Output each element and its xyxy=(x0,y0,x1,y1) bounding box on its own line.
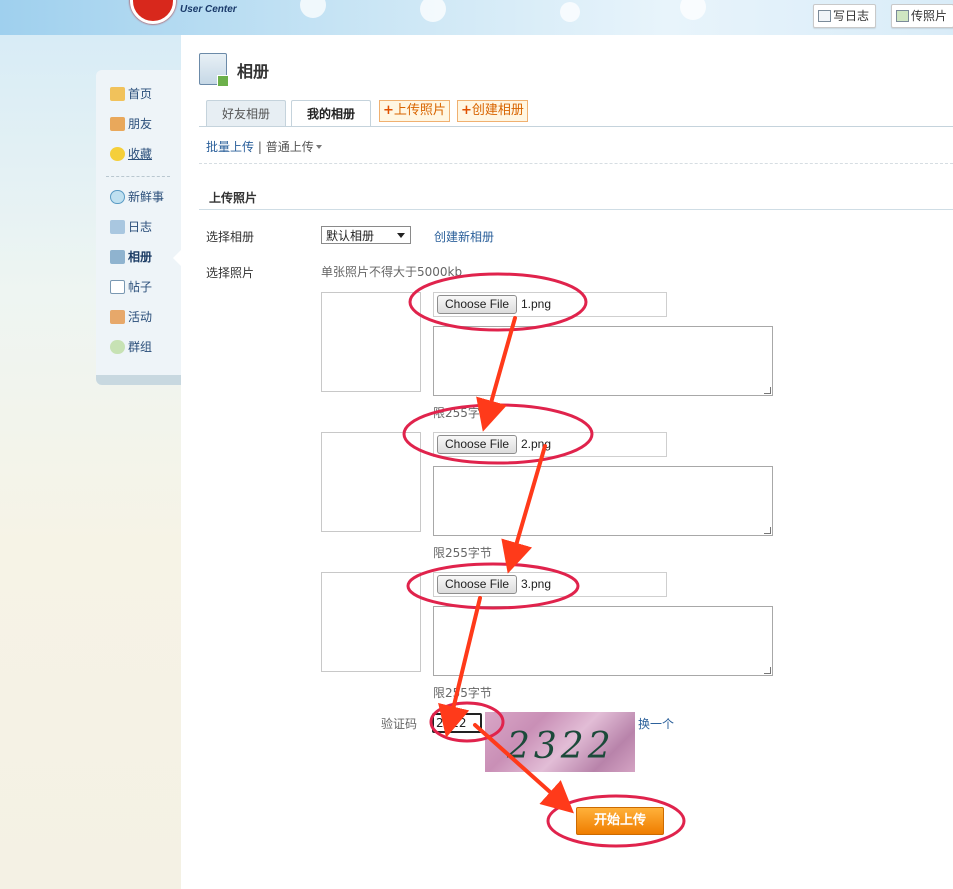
captcha-label: 验证码 xyxy=(381,717,418,731)
photo-description-textarea[interactable] xyxy=(433,466,773,536)
site-logo-icon[interactable] xyxy=(130,0,176,24)
star-icon xyxy=(110,147,125,161)
plus-icon: + xyxy=(383,103,394,118)
dandelion-decoration xyxy=(420,0,446,22)
refresh-captcha-link[interactable]: 换一个 xyxy=(638,715,674,732)
sidebar-divider xyxy=(106,176,170,177)
sidebar-item-album[interactable]: 相册 xyxy=(110,247,152,267)
start-upload-button[interactable]: 开始上传 xyxy=(576,807,664,835)
home-icon xyxy=(110,87,125,101)
album-header-icon xyxy=(199,53,229,87)
album-select[interactable]: 默认相册 xyxy=(321,226,411,244)
create-album-link[interactable]: +创建相册 xyxy=(457,100,528,122)
sidebar: 首页 朋友 收藏 新鲜事 日志 相册 帖子 活动 群组 xyxy=(96,70,181,385)
album-field-label: 选择相册 xyxy=(206,230,255,244)
document-icon xyxy=(110,280,125,294)
plus-icon: + xyxy=(461,103,472,118)
choose-file-button[interactable]: Choose File xyxy=(437,295,518,314)
dandelion-decoration xyxy=(680,0,706,20)
photo-preview xyxy=(321,572,421,672)
sidebar-item-posts[interactable]: 帖子 xyxy=(110,277,152,297)
file-input[interactable]: Choose File 3.png xyxy=(433,572,667,597)
captcha-image: 2322 xyxy=(485,712,635,772)
main-panel: 相册 好友相册 我的相册 +上传照片 +创建相册 批量上传 | 普通上传 上传照… xyxy=(181,35,953,889)
section-title: 上传照片 xyxy=(209,191,258,205)
photo-description-textarea[interactable] xyxy=(433,326,773,396)
friends-icon xyxy=(110,117,125,131)
captcha-input[interactable]: 2322 xyxy=(432,713,482,733)
photo-description-textarea[interactable] xyxy=(433,606,773,676)
section-divider xyxy=(199,209,953,210)
speech-bubble-icon xyxy=(110,190,125,204)
sidebar-item-favorites[interactable]: 收藏 xyxy=(110,144,152,164)
file-input[interactable]: Choose File 2.png xyxy=(433,432,667,457)
blog-icon xyxy=(110,220,125,234)
pencil-icon xyxy=(818,10,831,22)
choose-file-button[interactable]: Choose File xyxy=(437,435,518,454)
tab-my-albums[interactable]: 我的相册 xyxy=(291,100,371,127)
sidebar-item-events[interactable]: 活动 xyxy=(110,307,152,327)
file-name: 3.png xyxy=(521,577,552,591)
file-name: 2.png xyxy=(521,437,552,451)
subnav-divider xyxy=(199,163,953,164)
file-input[interactable]: Choose File 1.png xyxy=(433,292,667,317)
picture-icon xyxy=(896,10,909,22)
album-icon xyxy=(110,250,125,264)
description-limit-hint: 限255字节 xyxy=(433,546,492,560)
batch-upload-link[interactable]: 批量上传 xyxy=(206,140,254,154)
description-limit-hint: 限255字节 xyxy=(433,406,492,420)
create-new-album-link[interactable]: 创建新相册 xyxy=(434,228,494,245)
normal-upload-dropdown[interactable]: 普通上传 xyxy=(266,140,322,154)
top-banner: User Center 写日志 传照片 xyxy=(0,0,953,35)
group-chat-icon xyxy=(110,340,125,354)
sidebar-item-friends[interactable]: 朋友 xyxy=(110,114,152,134)
sidebar-item-home[interactable]: 首页 xyxy=(110,84,152,104)
sidebar-footer xyxy=(96,375,181,385)
upload-photo-top-button[interactable]: 传照片 xyxy=(891,4,953,28)
dandelion-decoration xyxy=(560,2,580,22)
people-icon xyxy=(110,310,125,324)
captcha-image-text: 2322 xyxy=(507,726,615,767)
choose-file-button[interactable]: Choose File xyxy=(437,575,518,594)
size-hint: 单张照片不得大于5000kb xyxy=(321,265,463,279)
upload-photo-link[interactable]: +上传照片 xyxy=(379,100,450,122)
dandelion-decoration xyxy=(300,0,326,18)
photo-preview xyxy=(321,432,421,532)
active-nav-pointer xyxy=(173,250,181,266)
tab-friends-albums[interactable]: 好友相册 xyxy=(206,100,286,126)
description-limit-hint: 限255字节 xyxy=(433,686,492,700)
upload-mode-nav: 批量上传 | 普通上传 xyxy=(206,138,322,155)
select-arrow-icon xyxy=(397,233,405,238)
write-blog-button[interactable]: 写日志 xyxy=(813,4,877,28)
caret-down-icon xyxy=(315,145,322,149)
sidebar-item-blog[interactable]: 日志 xyxy=(110,217,152,237)
sidebar-item-news-feed[interactable]: 新鲜事 xyxy=(110,187,164,207)
file-name: 1.png xyxy=(521,297,552,311)
logo-subtitle: User Center xyxy=(180,4,237,15)
sidebar-item-groups[interactable]: 群组 xyxy=(110,337,152,357)
tabs-divider xyxy=(199,126,953,127)
page-title: 相册 xyxy=(237,62,270,81)
subnav-separator: | xyxy=(257,140,262,154)
photo-field-label: 选择照片 xyxy=(206,266,255,280)
photo-preview xyxy=(321,292,421,392)
